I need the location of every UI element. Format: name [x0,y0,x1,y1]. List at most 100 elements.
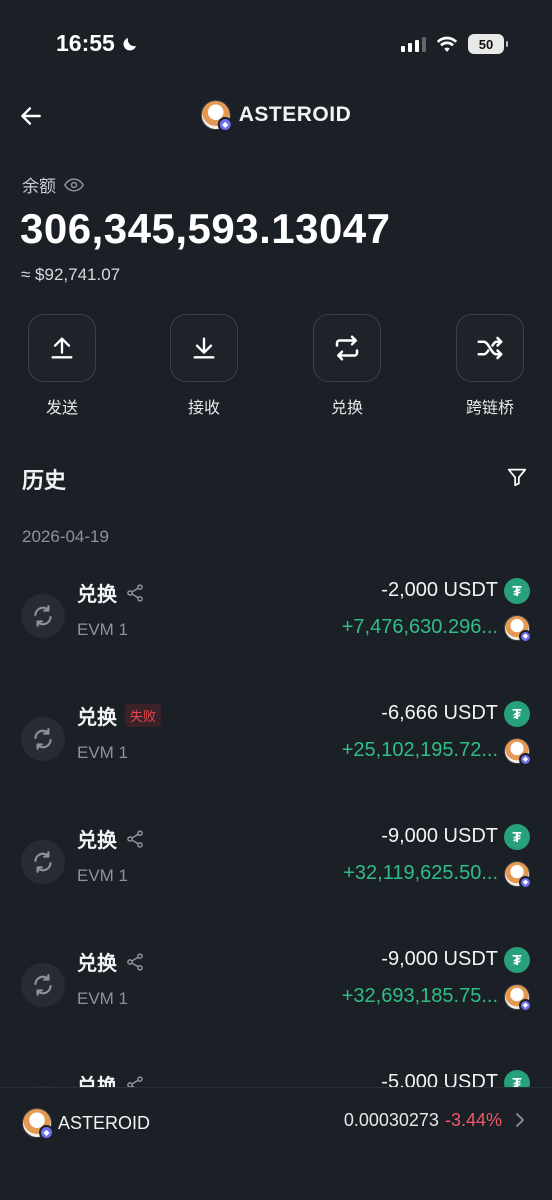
nav-header: ◆ ASTEROID [0,95,552,137]
bottom-token-bar[interactable]: ◆ ASTEROID 0.00030273 -3.44% [0,1087,552,1200]
incoming-amount: +25,102,195.72... [341,739,498,761]
share-icon[interactable] [125,1075,145,1089]
receive-button-box[interactable] [170,314,238,382]
history-date: 2026-04-19 [22,527,109,546]
moon-icon [123,37,136,51]
transaction-row[interactable]: 兑换 EVM 1 -9,000 USDT +32,693,185.75... ₮… [0,937,552,1037]
incoming-amount: +7,476,630.296... [341,616,498,638]
token-name: ASTEROID [238,103,352,126]
back-arrow-icon[interactable] [18,103,44,129]
send-button[interactable]: 发送 [22,314,102,418]
share-icon[interactable] [125,583,145,603]
transaction-type-text: 兑换 [77,584,117,606]
outgoing-amount: -9,000 USDT [381,825,498,847]
price-change: -3.44% [444,1110,502,1130]
transaction-network: EVM 1 [77,743,129,762]
outgoing-amount: -9,000 USDT [381,948,498,970]
balance-usd-value: ≈ $92,741.07 [21,265,121,284]
asteroid-token-small-icon: ◆ [504,984,532,1012]
token-avatar: ◆ [504,738,532,766]
ethereum-chain-icon: ◆ [519,999,532,1012]
ethereum-chain-icon: ◆ [519,630,532,643]
receive-button[interactable]: 接收 [164,314,244,418]
ethereum-chain-icon: ◆ [519,753,532,766]
swap-label: 兑换 [330,400,363,417]
eye-icon[interactable] [64,177,84,192]
cellular-signal-icon [401,36,426,52]
chevron-right-icon[interactable] [514,1112,526,1128]
transaction-list: 兑换 EVM 1 -2,000 USDT +7,476,630.296... ₮… [0,568,552,1088]
transaction-type-text: 兑换 [77,707,117,729]
battery-level: 50 [478,36,494,52]
bridge-button-box[interactable] [456,314,524,382]
battery-indicator: 50 [468,34,508,54]
transaction-row[interactable]: 兑换 EVM 1 -2,000 USDT +7,476,630.296... ₮… [0,568,552,668]
asteroid-token-small-icon: ◆ [504,615,532,643]
action-buttons: 发送 接收 兑换 跨链桥 [0,314,552,417]
bottom-token[interactable]: ◆ ASTEROID [22,1108,151,1140]
token-price: 0.00030273 -3.44% [344,1110,502,1131]
upload-icon [51,337,73,359]
usdt-icon: ₮ [504,824,530,850]
ethereum-chain-icon: ◆ [217,117,233,132]
swap-status-icon [21,717,65,761]
asteroid-token-small-icon: ◆ [504,861,532,889]
history-title: 历史 [22,468,67,493]
token-avatar: ◆ [504,615,532,643]
transaction-row[interactable]: 兑换 EVM 1 -9,000 USDT +32,119,625.50... ₮… [0,814,552,914]
incoming-amount: +32,119,625.50... [343,862,498,884]
ethereum-chain-icon: ◆ [519,876,532,889]
usdt-icon: ₮ [504,947,530,973]
swap-status-icon [21,840,65,884]
token-avatar: ◆ [504,984,532,1012]
swap-status-icon [21,963,65,1007]
asteroid-token-icon: ◆ [200,100,233,132]
swap-status-icon [21,594,65,638]
clock-text: 16:55 [56,30,115,56]
bridge-button[interactable]: 跨链桥 [450,314,530,418]
balance-label: 余额 [22,172,84,197]
balance-amount: 306,345,593.13047 [20,205,391,252]
usdt-icon: ₮ [504,1070,530,1088]
transaction-type-text: 兑换 [77,1076,117,1088]
share-icon[interactable] [125,829,145,849]
transaction-row[interactable]: 兑换 失败 EVM 1 -6,666 USDT +25,102,195.72..… [0,691,552,791]
balance-label-text: 余额 [22,177,56,196]
usdt-icon: ₮ [504,701,530,727]
bridge-label: 跨链桥 [465,400,514,417]
status-indicators: 50 [401,34,508,54]
status-bar: 16:55 50 [0,0,552,88]
status-time: 16:55 [56,30,139,57]
transaction-type-text: 兑换 [77,830,117,852]
transaction-network: EVM 1 [77,866,129,885]
transaction-type-text: 兑换 [77,953,117,975]
filter-icon[interactable] [506,466,528,488]
transaction-type: 兑换 [77,1070,145,1088]
swap-button[interactable]: 兑换 [307,314,387,418]
shuffle-icon [477,336,503,360]
asteroid-token-icon: ◆ [22,1108,54,1140]
asteroid-token-small-icon: ◆ [504,738,532,766]
transaction-type: 兑换 失败 [77,701,162,730]
send-label: 发送 [45,400,78,417]
transaction-type: 兑换 [77,947,145,976]
token-avatar: ◆ [504,861,532,889]
transaction-network: EVM 1 [77,989,129,1008]
bottom-token-name: ASTEROID [58,1112,151,1133]
download-icon [193,337,215,359]
outgoing-amount: -2,000 USDT [381,579,498,601]
outgoing-amount: -5,000 USDT [381,1071,498,1088]
transaction-row[interactable]: 兑换 -5,000 USDT ₮ [0,1060,552,1088]
swap-icon [335,335,359,361]
incoming-amount: +32,693,185.75... [341,985,498,1007]
page-title: ◆ ASTEROID [200,100,352,132]
usdt-icon: ₮ [504,578,530,604]
wifi-icon [436,36,458,52]
send-button-box[interactable] [28,314,96,382]
token-price-value: 0.00030273 [343,1110,439,1130]
transaction-network: EVM 1 [77,620,129,639]
share-icon[interactable] [125,952,145,972]
outgoing-amount: -6,666 USDT [381,702,498,724]
swap-button-box[interactable] [313,314,381,382]
transaction-type: 兑换 [77,578,145,607]
